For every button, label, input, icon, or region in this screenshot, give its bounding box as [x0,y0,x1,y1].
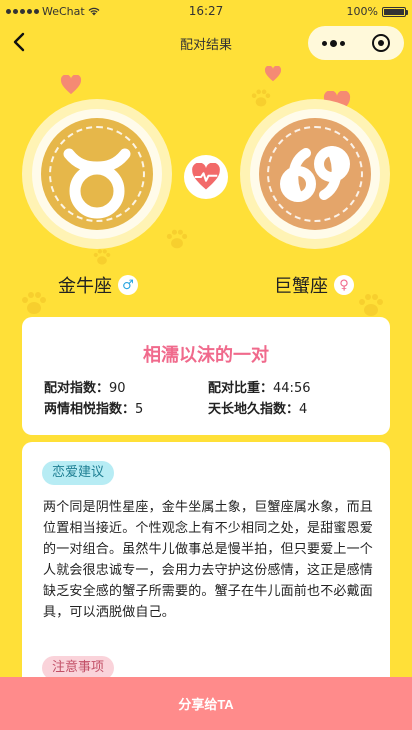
match-index-label: 配对指数： [44,381,110,396]
paw-print-icon [22,292,46,314]
harmony-value: 5 [135,402,144,417]
forever-stat: 天长地久指数：4 [208,398,307,417]
heart-decoration-icon [60,75,82,95]
ratio-label: 配对比重： [208,381,274,396]
heart-decoration-icon [264,66,282,82]
right-sign-label: 巨蟹座 ♀ [274,272,354,298]
match-summary-card: 相濡以沫的一对 配对指数：90 配对比重：44:56 两情相悦指数：5 天长地久… [22,317,390,435]
love-advice-text: 两个同是阴性星座，金牛坐属土象，巨蟹座属水象，而且位置相当接近。个性观念上有不少… [43,500,374,620]
cancer-icon [280,146,350,202]
share-to-ta-button[interactable]: 分享给TA [0,677,412,730]
battery-label: 100% [346,5,378,18]
cancer-sign-badge [240,99,390,249]
harmony-stat: 两情相悦指数：5 [44,398,143,417]
taurus-icon [63,148,131,219]
status-bar: WeChat 16:27 100% [0,0,412,22]
paw-print-icon [359,294,383,316]
forever-value: 4 [299,402,308,417]
match-index-value: 90 [109,381,126,396]
forever-label: 天长地久指数： [208,402,300,417]
right-sign-name: 巨蟹座 [274,276,328,297]
ratio-value: 44:56 [273,381,311,396]
close-mini-program-icon[interactable] [372,34,391,52]
ratio-stat: 配对比重：44:56 [208,377,310,396]
more-options-icon[interactable] [321,39,345,47]
left-sign-label: 金牛座 ♂ [58,272,138,298]
left-sign-name: 金牛座 [58,276,112,297]
battery-icon [382,6,408,17]
match-title: 相濡以沫的一对 [143,345,269,366]
nav-bar: 配对结果 [0,22,412,64]
male-gender-icon: ♂ [118,275,138,295]
taurus-sign-badge [22,99,172,249]
heartbeat-heart-icon [192,163,220,190]
female-gender-icon: ♀ [334,275,354,295]
match-index-stat: 配对指数：90 [44,377,126,396]
mini-program-capsule [308,26,404,60]
love-advice-tag: 恋爱建议 [42,461,115,485]
paw-print-icon [93,249,111,265]
harmony-label: 两情相悦指数： [44,402,136,417]
match-heart-badge [184,155,228,199]
